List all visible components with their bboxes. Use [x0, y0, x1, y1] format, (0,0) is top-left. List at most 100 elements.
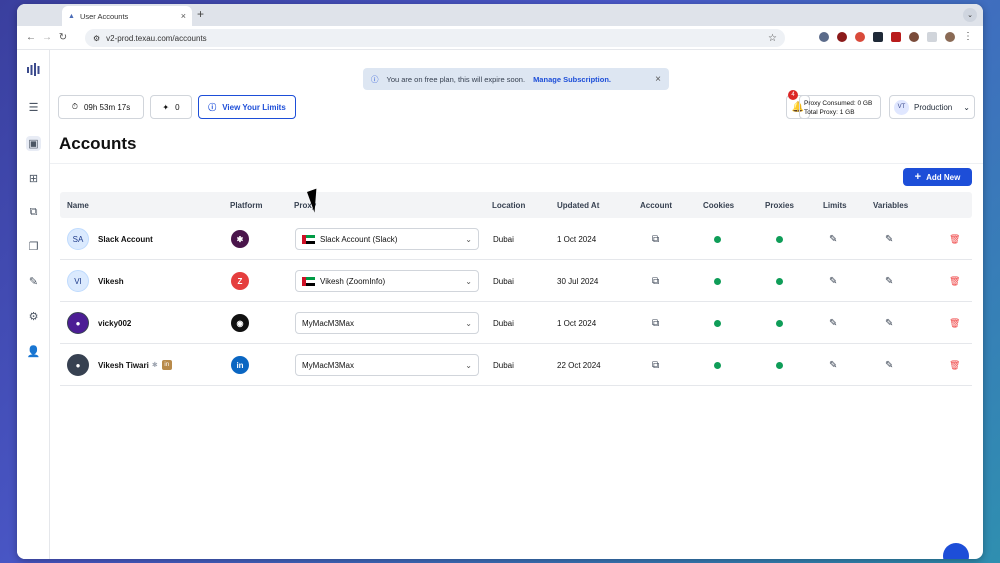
account-card-icon: ▣	[28, 138, 39, 150]
puzzle-icon[interactable]	[927, 31, 937, 42]
cookies-status-dot	[714, 344, 721, 386]
extension-icon[interactable]	[855, 31, 865, 42]
add-new-label: Add New	[926, 172, 961, 182]
sidebar-item-copies[interactable]: ❐	[26, 239, 41, 254]
open-account-icon[interactable]: ⧉	[652, 260, 659, 302]
sidebar-item-dashboard[interactable]: ⊞	[26, 171, 41, 186]
updated-cell: 22 Oct 2024	[557, 360, 601, 370]
close-banner-icon[interactable]: ×	[655, 74, 661, 85]
extension-icon[interactable]	[873, 31, 883, 42]
cookies-status-dot	[714, 260, 721, 302]
bookmark-star-icon[interactable]: ☆	[768, 33, 777, 44]
edit-limits-icon[interactable]: ✎	[829, 218, 837, 260]
edit-limits-icon[interactable]: ✎	[829, 302, 837, 344]
extension-icon[interactable]	[891, 31, 901, 42]
sidebar-item-magic[interactable]: ✎	[26, 274, 41, 289]
proxy-select[interactable]: Slack Account (Slack) ⌄	[295, 228, 479, 250]
proxy-value: MyMacM3Max	[302, 318, 355, 328]
proxy-select[interactable]: Vikesh (ZoomInfo) ⌄	[295, 270, 479, 292]
platform-cell: Z	[231, 260, 249, 302]
session-timer: ⏱ 09h 53m 17s	[58, 95, 144, 119]
table-header: Name Platform Proxy Location Updated At …	[60, 192, 972, 218]
new-tab-icon[interactable]: +	[197, 7, 204, 21]
delete-icon[interactable]: 🗑	[949, 218, 960, 260]
close-tab-icon[interactable]: ×	[181, 11, 186, 21]
open-account-icon[interactable]: ⧉	[652, 344, 659, 386]
timer-value: 09h 53m 17s	[83, 102, 131, 112]
magic-wand-icon: ✎	[28, 276, 39, 288]
notification-badge: 4	[788, 90, 798, 100]
user-icon: 👤	[26, 346, 41, 358]
browser-window: ▲ User Accounts × + ⌄ ← → ↻ ⚙ v2-prod.te…	[17, 4, 983, 559]
copy-icon: ❐	[28, 241, 39, 253]
open-account-icon[interactable]: ⧉	[652, 302, 659, 344]
zoominfo-icon: Z	[231, 272, 249, 290]
edit-limits-icon[interactable]: ✎	[829, 344, 837, 386]
manage-subscription-link[interactable]: Manage Subscription.	[533, 75, 611, 84]
edit-variables-icon[interactable]: ✎	[885, 344, 893, 386]
profile-avatar[interactable]	[945, 31, 955, 42]
open-account-icon[interactable]: ⧉	[652, 218, 659, 260]
sidebar-item-settings[interactable]: ⚙	[26, 309, 41, 324]
updated-cell: 1 Oct 2024	[557, 234, 597, 244]
column-header: Proxies	[765, 201, 794, 210]
sidebar-item-workflows[interactable]: ⧉	[26, 205, 41, 220]
add-new-button[interactable]: + Add New	[903, 168, 972, 186]
edit-variables-icon[interactable]: ✎	[885, 218, 893, 260]
edit-variables-icon[interactable]: ✎	[885, 302, 893, 344]
url-field[interactable]: ⚙ v2-prod.texau.com/accounts ☆	[85, 29, 785, 47]
name-cell: ● Vikesh Tiwari ✱ in	[67, 344, 172, 386]
chat-widget-button[interactable]	[943, 543, 969, 559]
github-icon: ◉	[231, 314, 249, 332]
column-header: Variables	[873, 201, 909, 210]
extension-icon[interactable]	[837, 31, 847, 42]
sidebar-item-profile[interactable]: 👤	[26, 344, 41, 359]
proxy-select[interactable]: MyMacM3Max ⌄	[295, 354, 479, 376]
location-cell: Dubai	[493, 234, 514, 244]
edit-limits-icon[interactable]: ✎	[829, 260, 837, 302]
verified-icon: ✱	[151, 362, 158, 369]
view-limits-button[interactable]: ⓘ View Your Limits	[198, 95, 296, 119]
chevron-down-icon: ⌄	[465, 276, 472, 286]
delete-icon[interactable]: 🗑	[949, 344, 960, 386]
tab-search-icon[interactable]: ⌄	[963, 8, 977, 22]
linkedin-icon: in	[231, 356, 249, 374]
env-label: Production	[914, 102, 953, 112]
proxy-select[interactable]: MyMacM3Max ⌄	[295, 312, 479, 334]
plan-banner: ⓘ You are on free plan, this will expire…	[363, 68, 669, 90]
info-icon: ⓘ	[371, 74, 379, 84]
grid-icon: ⊞	[28, 173, 39, 185]
extension-icon[interactable]	[909, 31, 919, 42]
back-icon[interactable]: ←	[23, 32, 39, 43]
column-header: Name	[67, 201, 89, 210]
chevron-down-icon: ⌄	[465, 360, 472, 370]
location-cell: Dubai	[493, 276, 514, 286]
delete-icon[interactable]: 🗑	[949, 260, 960, 302]
platform-cell: in	[231, 344, 249, 386]
page-title: Accounts	[59, 134, 137, 153]
stopwatch-icon: ⏱	[71, 102, 78, 111]
site-info-icon[interactable]: ⚙	[93, 34, 100, 43]
column-header: Account	[640, 201, 672, 210]
menu-toggle-icon[interactable]: ☰	[26, 100, 41, 115]
platform-cell: ✱	[231, 218, 249, 260]
edit-variables-icon[interactable]: ✎	[885, 260, 893, 302]
table-row: ● Vikesh Tiwari ✱ in in MyMacM3Max ⌄ Dub…	[60, 344, 972, 386]
total-proxy: Total Proxy: 1 GB	[804, 109, 855, 116]
sidebar-item-accounts[interactable]: ▣	[26, 136, 41, 151]
reload-icon[interactable]: ↻	[55, 32, 71, 43]
banner-text: You are on free plan, this will expire s…	[386, 74, 526, 84]
environment-selector[interactable]: VT Production ⌄	[889, 95, 975, 119]
browser-tab[interactable]: ▲ User Accounts ×	[62, 6, 192, 26]
forward-icon[interactable]: →	[39, 32, 55, 43]
delete-icon[interactable]: 🗑	[949, 302, 960, 344]
main-content: ⓘ You are on free plan, this will expire…	[50, 50, 983, 559]
table-row: SA Slack Account ✱ Slack Account (Slack)…	[60, 218, 972, 260]
chevron-down-icon: ⌄	[465, 234, 472, 244]
menu-dots-icon[interactable]: ⋮	[963, 31, 973, 42]
uae-flag-icon	[302, 234, 315, 244]
proxies-status-dot	[776, 302, 783, 344]
app-root: ☰ ▣ ⊞ ⧉ ❐ ✎ ⚙ 👤 ⓘ You are on free plan, …	[17, 50, 983, 559]
extension-icon[interactable]	[819, 31, 829, 42]
account-name: Vikesh Tiwari	[98, 360, 149, 370]
